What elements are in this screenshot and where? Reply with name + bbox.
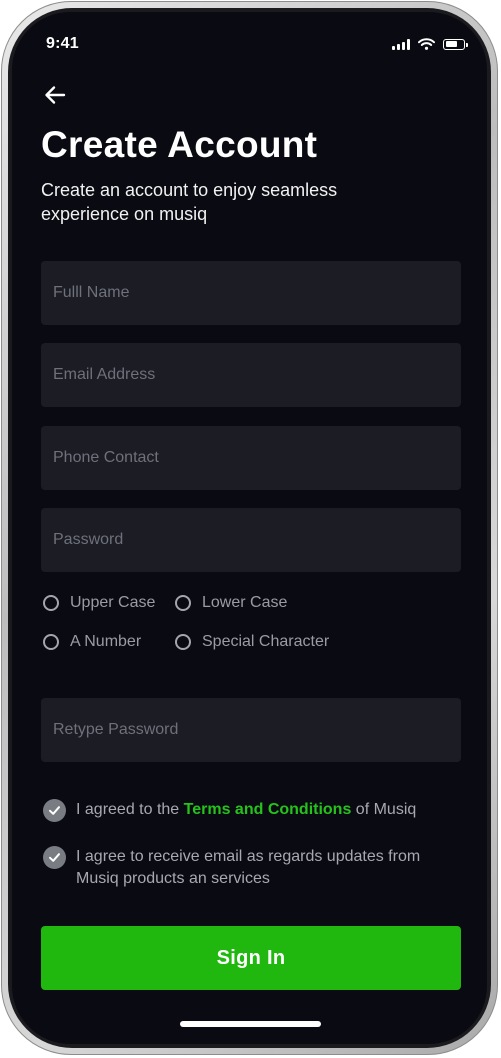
requirement-number[interactable]: A Number [43,633,141,651]
terms-checkbox[interactable] [43,799,66,822]
home-indicator [180,1021,321,1027]
email-updates-agreement: I agree to receive email as regards upda… [43,846,453,890]
terms-suffix: of Musiq [351,801,417,818]
terms-text: I agreed to the Terms and Conditions of … [76,799,416,821]
phone-field[interactable] [41,426,461,490]
status-time: 9:41 [46,35,79,52]
requirement-label: Special Character [202,633,330,650]
checkmark-icon [49,853,60,862]
requirement-lower-case[interactable]: Lower Case [175,594,287,612]
wifi-icon [418,38,435,50]
radio-icon [43,634,59,650]
terms-and-conditions-link[interactable]: Terms and Conditions [184,801,352,818]
requirement-label: Lower Case [202,594,288,611]
email-field[interactable] [41,343,461,407]
checkmark-icon [49,806,60,815]
cellular-signal-icon [392,38,410,50]
requirement-label: Upper Case [70,594,156,611]
requirement-special-character[interactable]: Special Character [175,633,329,651]
radio-icon [43,595,59,611]
page-subtitle: Create an account to enjoy seamless expe… [41,180,338,224]
app-screen: 9:41 Create Account Create an account to… [12,12,487,1044]
sign-in-button[interactable]: Sign In [41,926,461,990]
email-updates-checkbox[interactable] [43,846,66,869]
password-field[interactable] [41,508,461,572]
requirement-label: A Number [70,633,142,650]
radio-icon [175,634,191,650]
terms-agreement: I agreed to the Terms and Conditions of … [43,799,453,822]
full-name-field[interactable] [41,261,461,325]
status-icons [392,38,468,50]
battery-icon [443,38,468,50]
terms-prefix: I agreed to the [76,801,184,818]
retype-password-field[interactable] [41,698,461,762]
page-title: Create Account [41,124,318,165]
back-arrow-icon[interactable] [42,82,68,108]
email-updates-text: I agree to receive email as regards upda… [76,848,421,887]
requirement-upper-case[interactable]: Upper Case [43,594,155,612]
radio-icon [175,595,191,611]
